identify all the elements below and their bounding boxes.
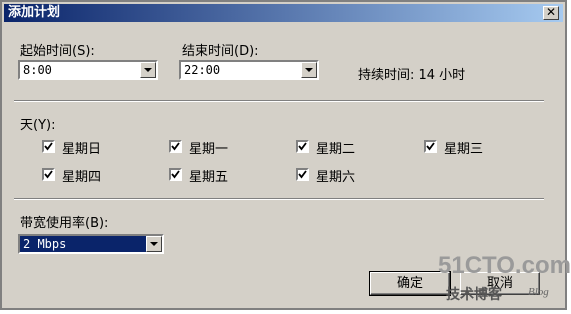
checkbox-sunday[interactable] [42,140,55,153]
bandwidth-dropdown-button[interactable] [146,236,162,252]
duration-text: 持续时间: 14 小时 [358,68,466,83]
dialog-title: 添加计划 [8,5,61,20]
checkmark-icon [426,142,435,151]
start-time-label: 起始时间(S): [20,44,95,59]
days-label: 天(Y): [20,118,56,133]
day-label-wednesday: 星期三 [444,142,484,157]
watermark-blog-cn: 技术博客 [446,287,502,303]
day-label-thursday: 星期四 [62,170,102,185]
watermark-blog: Blog [528,286,549,298]
checkmark-icon [171,142,180,151]
start-time-dropdown-button[interactable] [140,62,156,78]
day-label-sunday: 星期日 [62,142,102,157]
end-time-select[interactable]: 22:00 [179,60,319,80]
day-label-tuesday: 星期二 [316,142,356,157]
chevron-down-icon [150,242,158,246]
bandwidth-value: 2 Mbps [23,237,67,251]
watermark-site: 51CTO.com [438,252,571,279]
close-button[interactable]: ✕ [543,6,559,20]
separator [14,198,544,200]
bandwidth-label: 带宽使用率(B): [20,216,109,231]
checkbox-tuesday[interactable] [296,140,309,153]
start-time-select[interactable]: 8:00 [18,60,158,80]
checkmark-icon [298,142,307,151]
chevron-down-icon [305,68,313,72]
bandwidth-select[interactable]: 2 Mbps [18,234,164,254]
end-time-value: 22:00 [184,63,221,77]
start-time-value: 8:00 [23,63,52,77]
checkmark-icon [44,142,53,151]
day-label-monday: 星期一 [189,142,229,157]
close-icon: ✕ [545,5,557,19]
checkmark-icon [44,170,53,179]
day-label-saturday: 星期六 [316,170,356,185]
day-label-friday: 星期五 [189,170,229,185]
checkbox-friday[interactable] [169,168,182,181]
checkbox-thursday[interactable] [42,168,55,181]
title-bar: 添加计划 ✕ [4,4,563,22]
checkbox-saturday[interactable] [296,168,309,181]
end-time-dropdown-button[interactable] [301,62,317,78]
end-time-label: 结束时间(D): [182,44,259,59]
checkbox-monday[interactable] [169,140,182,153]
separator [14,100,544,102]
chevron-down-icon [144,68,152,72]
checkbox-wednesday[interactable] [424,140,437,153]
checkmark-icon [171,170,180,179]
checkmark-icon [298,170,307,179]
